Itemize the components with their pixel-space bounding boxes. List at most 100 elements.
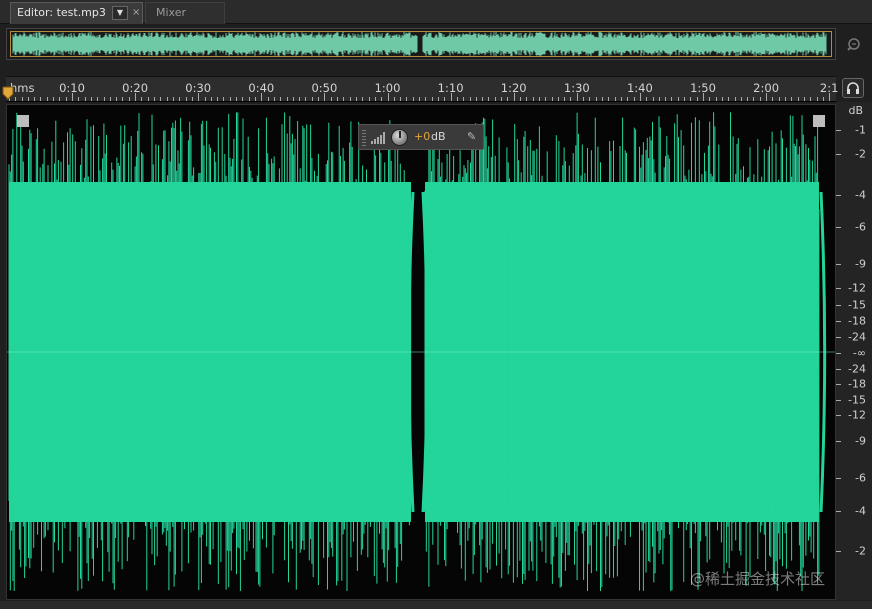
ruler-tick [728, 97, 730, 101]
tab-mixer[interactable]: Mixer [145, 2, 225, 24]
ruler-tick [431, 97, 433, 101]
ruler-tick [608, 97, 610, 101]
amplitude-unit-label: dB [848, 104, 863, 117]
tab-close-icon[interactable]: × [132, 3, 140, 23]
ruler-tick [671, 97, 673, 101]
ruler-tick [475, 97, 477, 101]
monitor-button[interactable] [842, 78, 864, 98]
ruler-tick [570, 97, 572, 101]
ruler-tick [501, 97, 503, 101]
ruler-tick [614, 97, 616, 101]
tab-dropdown-button[interactable]: ▼ [112, 6, 128, 20]
ruler-tick [387, 93, 389, 101]
ruler-tick [362, 97, 364, 101]
level-meter-icon [371, 132, 385, 144]
overview-visible-range[interactable] [10, 31, 832, 57]
amplitude-scale-label: -6 [855, 220, 866, 234]
tab-mixer-label: Mixer [156, 6, 187, 19]
hud-grip[interactable] [362, 130, 366, 146]
ruler-tick [261, 93, 263, 101]
ruler-tick [633, 97, 635, 101]
amplitude-scale-label: -12 [848, 281, 866, 295]
amplitude-scale-label: -18 [848, 377, 866, 391]
amplitude-scale-tick [836, 154, 841, 155]
ruler-tick [816, 97, 818, 101]
zoom-magnifier-icon[interactable] [845, 36, 863, 54]
panel-tab-bar: Editor: test.mp3 ▼ × Mixer [0, 0, 872, 24]
ruler-tick [349, 97, 351, 101]
ruler-tick [450, 93, 452, 101]
amplitude-scale-label: -24 [848, 362, 866, 376]
amplitude-scale-tick [836, 415, 841, 416]
ruler-tick [46, 97, 48, 101]
ruler-tick [595, 97, 597, 101]
waveform-editor[interactable] [6, 104, 836, 600]
ruler-tick [273, 97, 275, 101]
ruler-tick [374, 97, 376, 101]
amplitude-scale-label: -4 [855, 504, 866, 518]
amplitude-scale-tick [836, 353, 841, 354]
ruler-tick [103, 97, 105, 101]
amplitude-scale-tick [836, 400, 841, 401]
ruler-tick [393, 97, 395, 101]
playhead-marker-icon[interactable] [2, 86, 14, 100]
pin-icon[interactable]: ✎ [467, 130, 476, 143]
ruler-tick [797, 97, 799, 101]
watermark: @稀土掘金技术社区 [690, 570, 826, 588]
ruler-tick [116, 97, 118, 101]
headphones-icon [847, 82, 859, 94]
fade-in-handle[interactable] [17, 115, 29, 127]
gain-knob-icon[interactable] [391, 129, 408, 146]
ruler-tick [652, 97, 654, 101]
ruler-tick [337, 97, 339, 101]
ruler-tick [766, 93, 768, 101]
ruler-tick [482, 97, 484, 101]
amplitude-scale-tick [836, 288, 841, 289]
amplitude-scale-tick [836, 130, 841, 131]
ruler-tick [488, 97, 490, 101]
fade-out-handle[interactable] [813, 115, 825, 127]
amplitude-scale-label: -∞ [852, 346, 866, 360]
amplitude-scale-tick [836, 384, 841, 385]
amplitude-scale-tick [836, 441, 841, 442]
ruler-tick [254, 97, 256, 101]
ruler-tick [318, 97, 320, 101]
time-ruler[interactable]: hms 0:10 0:20 0:30 0:40 0:50 1:00 1:10 1:20 1:30… [6, 76, 838, 102]
tab-editor-label: Editor: test.mp3 [17, 6, 106, 19]
ruler-tick [72, 93, 73, 101]
tab-editor[interactable]: Editor: test.mp3 ▼ × [10, 2, 143, 24]
ruler-tick [703, 93, 704, 101]
ruler-tick [135, 93, 137, 101]
ruler-tick [34, 97, 36, 101]
amplitude-scale-tick [836, 369, 841, 370]
ruler-tick [324, 93, 326, 101]
amplitude-scale[interactable]: dB -1 -2 -4 -6 -9 -12 -15 -18 -24 -∞ -24 -18 -15 -12-… [836, 102, 872, 600]
gain-value[interactable]: +0 [414, 130, 430, 143]
amplitude-scale-label: -6 [855, 471, 866, 485]
ruler-tick [658, 97, 660, 101]
ruler-tick [286, 97, 288, 101]
ruler-tick [759, 97, 761, 101]
ruler-tick [412, 97, 414, 101]
ruler-tick [204, 97, 206, 101]
ruler-tick [785, 97, 787, 101]
ruler-tick [684, 97, 686, 101]
hud-gain-control[interactable]: +0 dB ✎ [358, 124, 484, 150]
ruler-tick [198, 93, 200, 101]
ruler-tick [147, 97, 149, 101]
ruler-tick [267, 97, 269, 101]
ruler-tick [532, 97, 534, 101]
ruler-tick [210, 97, 212, 101]
ruler-tick [368, 97, 370, 101]
ruler-tick [248, 97, 250, 101]
ruler-tick [753, 97, 755, 101]
ruler-tick [545, 97, 547, 101]
ruler-tick [59, 97, 61, 101]
ruler-tick [829, 93, 831, 101]
overview-waveform[interactable] [6, 28, 836, 60]
ruler-tick [223, 97, 225, 101]
ruler-tick [444, 97, 446, 101]
amplitude-scale-tick [836, 305, 841, 306]
ruler-tick [65, 97, 67, 101]
ruler-tick [513, 93, 515, 101]
